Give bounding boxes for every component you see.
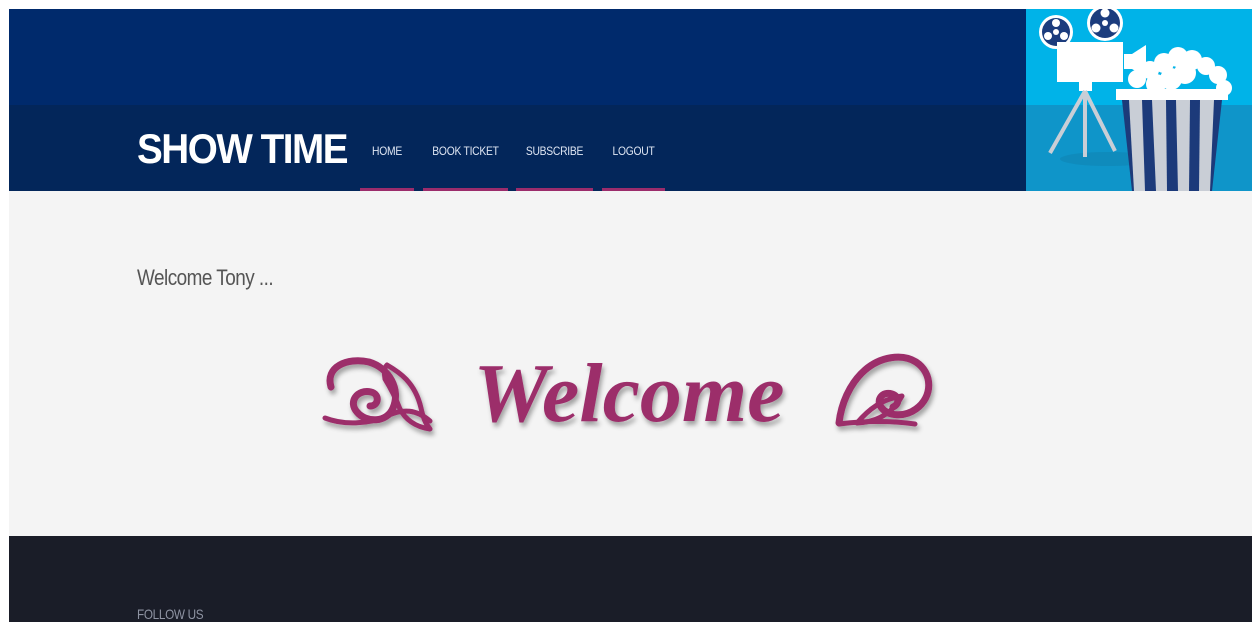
site-footer: FOLLOW US	[9, 536, 1252, 622]
nav-subscribe[interactable]: SUBSCRIBE	[516, 137, 593, 191]
nav-logout-label: LOGOUT	[612, 144, 655, 158]
site-logo[interactable]: SHOW TIME	[137, 124, 348, 174]
follow-us-label: FOLLOW US	[137, 606, 204, 622]
nav-logout[interactable]: LOGOUT	[602, 137, 665, 191]
site-header: SHOW TIME HOME BOOK TICKET SUBSCRIBE LOG…	[9, 9, 1252, 191]
welcome-message: Welcome Tony ...	[137, 265, 274, 290]
nav-book-ticket[interactable]: BOOK TICKET	[423, 137, 508, 191]
page: SHOW TIME HOME BOOK TICKET SUBSCRIBE LOG…	[9, 9, 1252, 622]
right-flourish-icon	[835, 353, 933, 427]
film-camera-popcorn-icon	[1026, 9, 1252, 191]
welcome-banner: Welcome	[313, 339, 945, 451]
main-content: Welcome Tony ... Welcome	[9, 191, 1252, 536]
welcome-banner-text: Welcome	[474, 347, 785, 440]
nav-book-ticket-label: BOOK TICKET	[432, 144, 499, 158]
nav-subscribe-label: SUBSCRIBE	[525, 144, 584, 158]
nav-home-label: HOME	[372, 144, 402, 158]
nav-home[interactable]: HOME	[360, 137, 414, 191]
left-flourish-icon	[322, 357, 433, 432]
